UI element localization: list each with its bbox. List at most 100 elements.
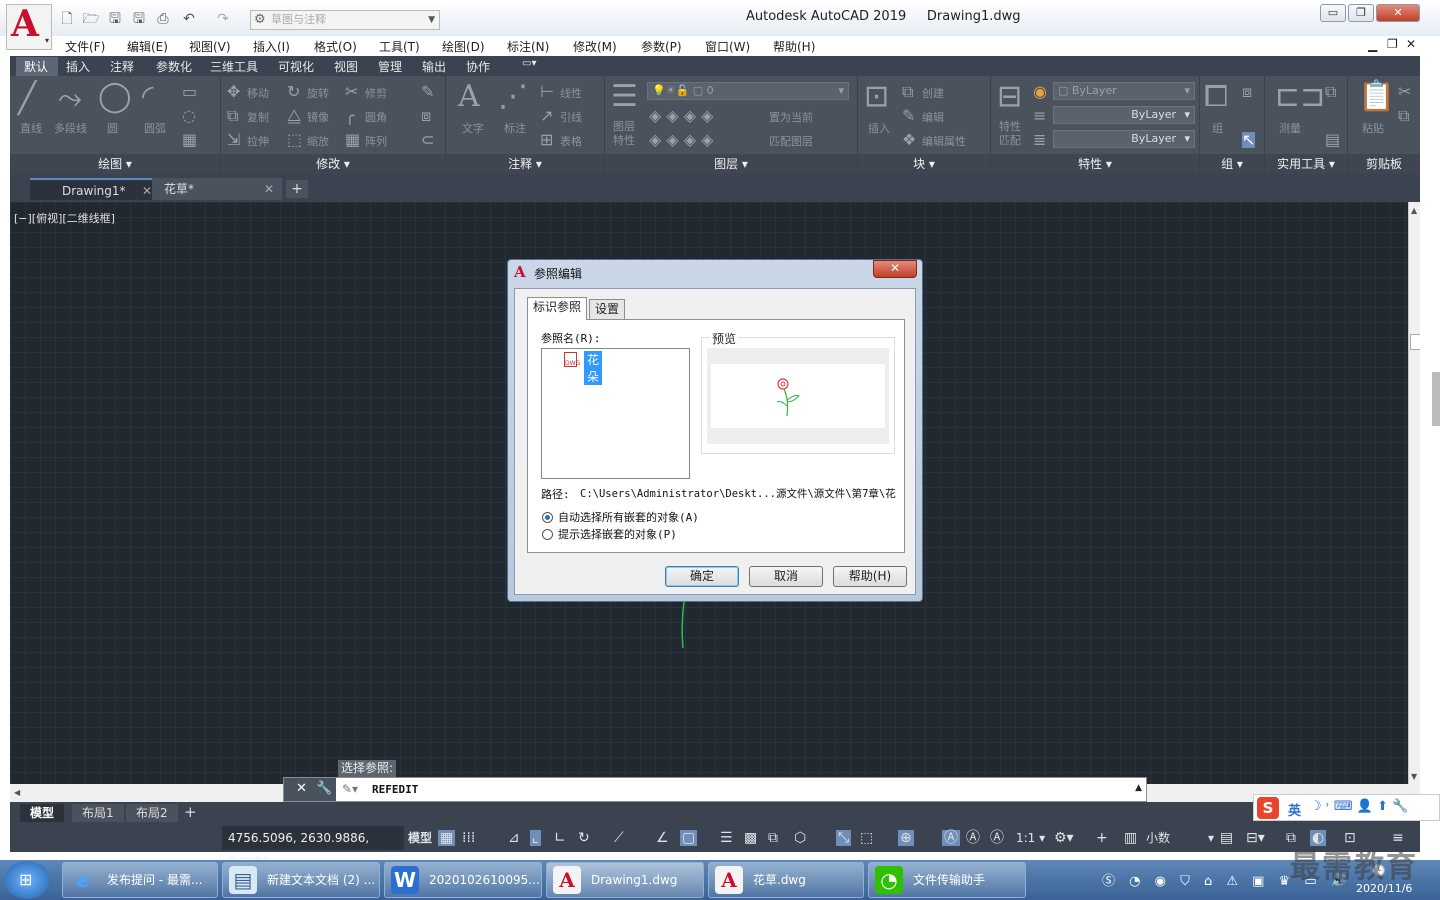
cut-icon[interactable]: ✂ — [1398, 84, 1411, 100]
arc-icon[interactable]: ◜ — [142, 82, 154, 112]
quick-properties-icon[interactable]: ▤ — [1220, 830, 1233, 846]
quick-select-icon[interactable]: ⧉ — [1325, 84, 1336, 100]
open-icon[interactable]: 🗁 — [82, 10, 100, 28]
menu-tools[interactable]: 工具(T) — [379, 38, 420, 55]
doc-close-icon[interactable]: ✕ — [1406, 37, 1416, 51]
tab-3d-tools[interactable]: 三维工具 — [210, 58, 258, 75]
menu-window[interactable]: 窗口(W) — [705, 38, 750, 55]
panel-layers-label[interactable]: 图层 ▾ — [605, 155, 857, 172]
taskbar-item-wechat[interactable]: ◔ 文件传输助手 — [868, 862, 1026, 898]
units-icon[interactable]: ▥ — [1124, 830, 1137, 846]
tab-identify-reference[interactable]: 标识参照 — [527, 297, 588, 320]
lineweight-display-icon[interactable]: ☰ — [720, 830, 733, 846]
text-icon[interactable]: A — [458, 82, 480, 112]
annotation-scale-icon[interactable]: Ⓐ — [990, 830, 1004, 846]
dialog-close-button[interactable]: ✕ — [873, 260, 917, 278]
menu-parametric[interactable]: 参数(P) — [641, 38, 682, 55]
taskbar-item-notepad[interactable]: ▤ 新建文本文档 (2) ... — [222, 862, 380, 898]
workspace-select[interactable]: ⚙ 草图与注释 ▼ — [250, 10, 440, 30]
layer-select[interactable]: 💡☀🔓 ▢ 0 ▾ — [647, 82, 849, 100]
mirror-icon[interactable]: ⧋ — [287, 108, 301, 124]
tab-visualize[interactable]: 可视化 — [278, 58, 314, 75]
isodraft-icon[interactable]: ⟋ — [614, 830, 624, 846]
workspace-gear-icon[interactable]: ⚙▾ — [1054, 830, 1074, 846]
save-as-icon[interactable]: 🖫 — [130, 10, 148, 28]
model-space-button[interactable]: 模型 — [408, 830, 432, 846]
radio-auto-label[interactable]: 自动选择所有嵌套的对象(A) — [558, 509, 699, 525]
menu-view[interactable]: 视图(V) — [189, 38, 231, 55]
snap-icon[interactable]: ⁞⁞⁞ — [462, 830, 475, 846]
panel-draw-label[interactable]: 绘图 ▾ — [10, 155, 220, 172]
add-layout-plus-icon[interactable]: + — [184, 803, 197, 821]
panel-annotation-label[interactable]: 注释 ▾ — [446, 155, 604, 172]
stretch-icon[interactable]: ⇲ — [227, 132, 240, 148]
close-icon[interactable]: ✕ — [296, 781, 307, 796]
menu-draw[interactable]: 绘图(D) — [442, 38, 485, 55]
ime-tools-icon[interactable]: ☽ ˒ ⌨ 👤 ⬆ 🔧 — [1310, 799, 1408, 814]
tab-parametric[interactable]: 参数化 — [156, 58, 192, 75]
side-scroll-thumb[interactable] — [1432, 372, 1440, 426]
reference-tree[interactable]: DWG 花朵 — [541, 348, 690, 479]
scroll-down-icon[interactable]: ▼ — [1411, 772, 1417, 781]
erase-icon[interactable]: ✎ — [421, 84, 434, 100]
insert-block-icon[interactable]: ⊡ — [864, 82, 889, 112]
color-select[interactable]: ▢ ByLayer ▾ — [1053, 82, 1195, 100]
grid-icon[interactable]: ▦ — [438, 830, 456, 846]
close-button[interactable]: ✕ — [1376, 4, 1420, 22]
annotation-monitor-plus-icon[interactable]: + — [1096, 830, 1108, 846]
command-icon[interactable]: ✎▾ — [342, 782, 358, 796]
fillet-icon[interactable]: ╭ — [345, 108, 355, 124]
units-select[interactable]: 小数 ▾ — [1146, 830, 1214, 846]
scale-icon[interactable]: ⬚ — [287, 132, 302, 148]
new-tab-plus-icon[interactable]: + — [286, 180, 308, 198]
taskbar-item-word[interactable]: W 2020102610095... — [384, 862, 542, 898]
match-properties-icon[interactable]: ⊟ — [997, 82, 1022, 112]
menu-insert[interactable]: 插入(I) — [253, 38, 290, 55]
redo-icon[interactable]: ↷ — [214, 10, 232, 28]
radio-auto-select[interactable] — [542, 512, 553, 523]
menu-help[interactable]: 帮助(H) — [773, 38, 815, 55]
panel-modify-label[interactable]: 修改 ▾ — [221, 155, 445, 172]
layer-tools-2-icon[interactable]: ◈ ◈ ◈ ◈ — [649, 132, 713, 148]
offset-icon[interactable]: ⊂ — [421, 132, 434, 148]
polar-icon[interactable]: ↻ — [578, 830, 590, 846]
layout-tab-2[interactable]: 布局2 — [126, 804, 178, 822]
command-input[interactable]: REFEDIT — [372, 783, 418, 796]
move-icon[interactable]: ✥ — [227, 84, 240, 100]
command-line-grip[interactable]: ✕ 🔧 — [284, 778, 336, 801]
transparency-icon[interactable]: ▩ — [744, 830, 757, 846]
table-icon[interactable]: ⊞ — [540, 132, 553, 148]
taskbar-item-huacao[interactable]: A 花草.dwg — [708, 862, 864, 898]
menu-dimension[interactable]: 标注(N) — [507, 38, 549, 55]
group-icon[interactable]: ⧠ — [1204, 82, 1228, 112]
restore-button[interactable]: ❐ — [1348, 4, 1374, 22]
annotation-visibility-icon[interactable]: Ⓐ — [942, 830, 960, 846]
line-icon[interactable]: ╱ — [18, 84, 36, 114]
plot-icon[interactable]: ⎙ — [154, 10, 172, 28]
measure-icon[interactable]: ⊏⊐ — [1275, 82, 1325, 112]
sogou-logo-icon[interactable]: S — [1257, 797, 1279, 819]
linear-icon[interactable]: ⊢ — [540, 84, 554, 100]
3d-osnap-icon[interactable]: ⬡ — [794, 830, 806, 846]
scroll-up-icon[interactable]: ▲ — [1411, 206, 1417, 215]
linetype-select[interactable]: ByLayer ▾ — [1053, 106, 1195, 124]
layout-tab-model[interactable]: 模型 — [20, 804, 65, 822]
menu-modify[interactable]: 修改(M) — [573, 38, 617, 55]
rectangle-icon[interactable]: ▭ — [182, 84, 197, 100]
help-button[interactable]: 帮助(H) — [833, 566, 907, 587]
leader-icon[interactable]: ↗ — [540, 108, 553, 124]
layout-tab-1[interactable]: 布局1 — [72, 804, 124, 822]
wrench-icon[interactable]: 🔧 — [316, 781, 332, 796]
radio-prompt-label[interactable]: 提示选择嵌套的对象(P) — [558, 526, 677, 542]
doc-tab-huacao[interactable]: 花草* ✕ — [152, 178, 282, 200]
edit-attr-icon[interactable]: ❖ — [902, 132, 916, 148]
ime-language[interactable]: 英 — [1288, 800, 1301, 819]
radio-prompt-select[interactable] — [542, 529, 553, 540]
group-select-icon[interactable]: ↖ — [1242, 132, 1256, 148]
infer-constraints-icon[interactable]: ⊿ — [508, 830, 520, 846]
tab-settings[interactable]: 设置 — [589, 299, 626, 319]
doc-minimize-icon[interactable]: ▁ — [1368, 38, 1377, 52]
command-history-icon[interactable]: ▲ — [1135, 783, 1142, 793]
cancel-button[interactable]: 取消 — [749, 566, 823, 587]
rotate-icon[interactable]: ↻ — [287, 84, 300, 100]
